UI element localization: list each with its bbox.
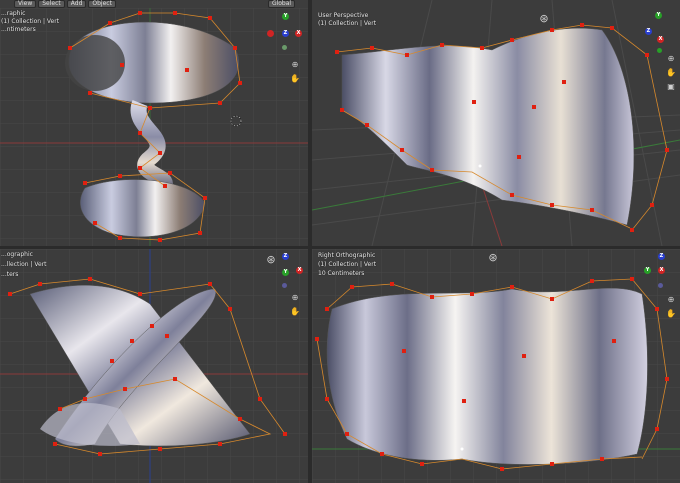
viewport-scale: ...ntimeters: [1, 26, 36, 33]
navigation-gizmo[interactable]: Z X Y: [270, 251, 308, 293]
y-axis-icon[interactable]: Y: [282, 269, 289, 276]
pan-hand-icon[interactable]: ✋: [290, 307, 300, 317]
viewport-top-right[interactable]: User Perspective (1) Collection | Vert ⊛…: [312, 0, 680, 246]
viewport-title: User Perspective: [318, 12, 369, 19]
viewport-top-left[interactable]: ...raphic (1) Collection | Vert ...ntime…: [0, 8, 308, 246]
3d-cursor-icon: ⊛: [488, 251, 498, 264]
y-axis-icon[interactable]: Y: [655, 12, 662, 19]
viewport-bottom-right[interactable]: Right Orthographic (1) Collection | Vert…: [312, 249, 680, 483]
viewport-title: Right Orthographic: [318, 252, 376, 259]
z-axis-icon[interactable]: Z: [645, 28, 652, 35]
viewport-header: View Select Add Object Global: [0, 0, 296, 8]
viewport-collection: ...llection | Vert: [1, 261, 47, 268]
camera-icon[interactable]: ▣: [666, 82, 676, 92]
z-axis-icon[interactable]: Z: [658, 253, 665, 260]
z-axis-icon[interactable]: Z: [282, 253, 289, 260]
y-axis-icon[interactable]: Y: [644, 267, 651, 274]
view-menu[interactable]: View: [14, 0, 37, 8]
viewport-canvas[interactable]: [312, 249, 680, 483]
x-neg-axis-icon[interactable]: [267, 30, 274, 37]
viewport-bottom-left[interactable]: ...ographic ...llection | Vert ...ters ⊛…: [0, 249, 308, 483]
area-divider-horizontal[interactable]: [0, 246, 680, 249]
z-neg-axis-icon[interactable]: [658, 283, 663, 288]
viewport-scale: 10 Centimeters: [318, 270, 365, 277]
z-neg-axis-icon[interactable]: [282, 283, 287, 288]
viewport-scale: ...ters: [1, 271, 19, 278]
zoom-icon[interactable]: ⊕: [666, 295, 676, 305]
add-menu[interactable]: Add: [66, 0, 87, 8]
viewport-title: ...ographic: [1, 251, 33, 258]
viewport-canvas[interactable]: [0, 249, 308, 483]
viewport-collection: (1) Collection | Vert: [318, 20, 377, 27]
zoom-icon[interactable]: ⊕: [290, 293, 300, 303]
x-axis-icon[interactable]: X: [657, 36, 664, 43]
navigation-gizmo[interactable]: Z Y X: [642, 251, 680, 293]
pan-hand-icon[interactable]: ✋: [666, 309, 676, 319]
navigation-gizmo[interactable]: Y Z X: [262, 10, 302, 55]
area-divider-vertical[interactable]: [308, 0, 312, 483]
object-menu[interactable]: Object: [88, 0, 116, 8]
y-axis-icon[interactable]: Y: [282, 13, 289, 20]
zoom-icon[interactable]: ⊕: [290, 60, 300, 70]
z-axis-icon[interactable]: Z: [282, 30, 289, 37]
select-menu[interactable]: Select: [38, 0, 65, 8]
x-axis-icon[interactable]: X: [658, 267, 665, 274]
pan-hand-icon[interactable]: ✋: [290, 74, 300, 84]
pan-hand-icon[interactable]: ✋: [666, 68, 676, 78]
navigation-gizmo[interactable]: Y Z X: [637, 8, 677, 58]
y-neg-axis-icon[interactable]: [282, 45, 287, 50]
x-axis-icon[interactable]: X: [296, 267, 303, 274]
zoom-icon[interactable]: ⊕: [666, 54, 676, 64]
transform-orientation-select[interactable]: Global: [267, 0, 296, 8]
3d-cursor-icon: ⊛: [539, 12, 549, 25]
y-neg-axis-icon[interactable]: [657, 48, 662, 53]
viewport-collection: (1) Collection | Vert: [318, 261, 377, 268]
viewport-title: ...raphic: [1, 10, 26, 17]
viewport-canvas[interactable]: [312, 0, 680, 246]
x-axis-icon[interactable]: X: [295, 30, 302, 37]
viewport-collection: (1) Collection | Vert: [1, 18, 60, 25]
